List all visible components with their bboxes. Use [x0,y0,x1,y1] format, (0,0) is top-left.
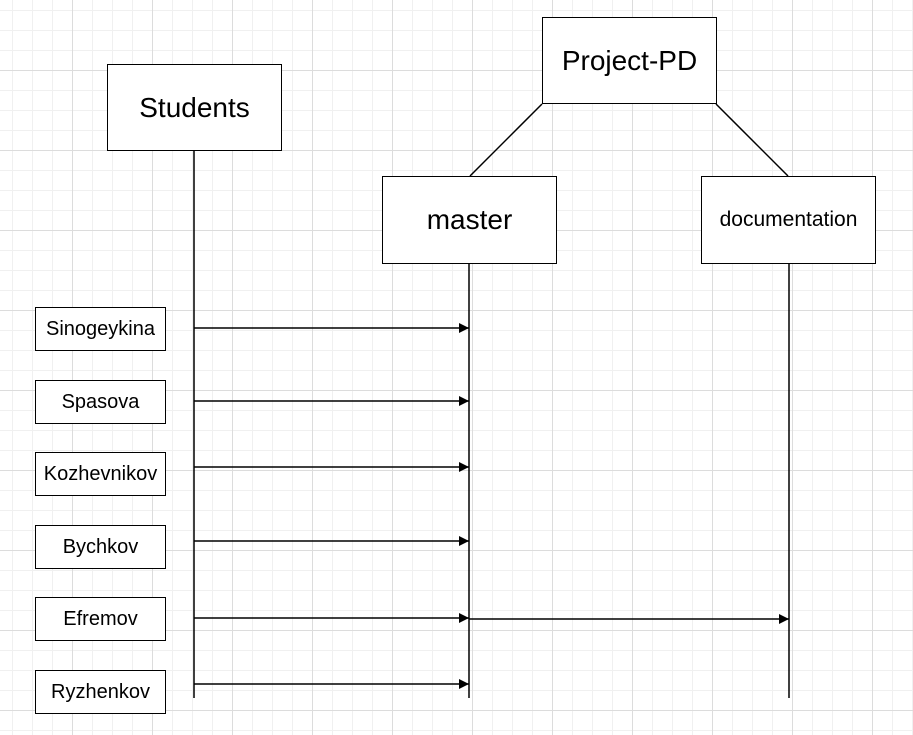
tree-edge-master [469,103,543,177]
student-label: Efremov [63,607,138,630]
students-node: Students [107,64,282,151]
repository-label: Project-PD [561,44,698,76]
student-label: Ryzhenkov [51,680,150,703]
student-node-sinogeykina: Sinogeykina [35,307,166,351]
branch-master-label: master [426,204,513,235]
tree-edge-documentation [715,103,789,177]
student-node-ryzhenkov: Ryzhenkov [35,670,166,714]
student-label: Sinogeykina [46,317,155,340]
student-node-kozhevnikov: Kozhevnikov [35,452,166,496]
student-node-efremov: Efremov [35,597,166,641]
branch-documentation-node: documentation [701,176,876,264]
branch-documentation-label: documentation [719,208,858,231]
student-node-spasova: Spasova [35,380,166,424]
student-label: Kozhevnikov [43,462,158,485]
students-label: Students [139,91,250,123]
student-node-bychkov: Bychkov [35,525,166,569]
repository-node: Project-PD [542,17,717,104]
branch-master-node: master [382,176,557,264]
student-label: Spasova [61,390,140,413]
student-label: Bychkov [62,535,139,558]
